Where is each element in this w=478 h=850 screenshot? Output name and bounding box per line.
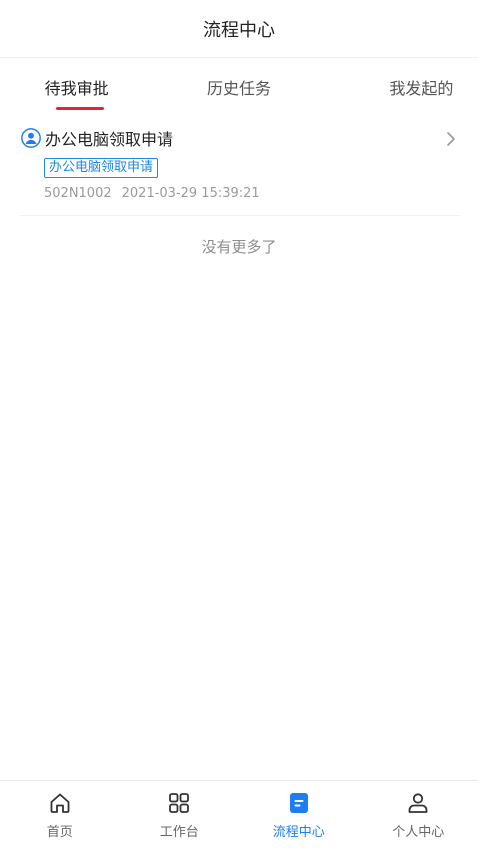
chevron-right-icon[interactable] — [442, 130, 460, 148]
task-title: 办公电脑领取申请 — [45, 130, 174, 149]
document-icon — [289, 793, 308, 813]
nav-process-center[interactable]: 流程中心 — [239, 781, 359, 850]
nav-workbench[interactable]: 工作台 — [120, 781, 240, 850]
task-list-item[interactable]: 办公电脑领取申请 办公电脑领取申请 502N1002 2021-03-29 15… — [20, 120, 460, 216]
person-icon — [408, 793, 428, 813]
user-avatar-icon — [20, 127, 42, 149]
page-title: 流程中心 — [203, 19, 275, 41]
tab-bar: 待我审批 历史任务 我发起的 — [0, 58, 478, 116]
nav-home[interactable]: 首页 — [0, 781, 120, 850]
task-meta: 502N1002 2021-03-29 15:39:21 — [44, 186, 460, 201]
tab-pending-approval[interactable]: 待我审批 — [0, 58, 159, 116]
tab-history-tasks[interactable]: 历史任务 — [159, 58, 318, 116]
tab-label: 待我审批 — [44, 79, 109, 98]
app-root: 流程中心 待我审批 历史任务 我发起的 办公电脑领取申请 办公电脑领取申请 50… — [0, 0, 478, 850]
task-code: 502N1002 — [44, 186, 112, 201]
tab-my-initiated[interactable]: 我发起的 — [319, 58, 478, 116]
active-tab-indicator — [55, 107, 104, 110]
nav-profile[interactable]: 个人中心 — [359, 781, 478, 850]
tab-label: 我发起的 — [389, 79, 454, 98]
tab-label: 历史任务 — [206, 79, 271, 98]
nav-label: 工作台 — [159, 825, 199, 840]
list-end-text: 没有更多了 — [201, 238, 277, 256]
task-timestamp: 2021-03-29 15:39:21 — [121, 186, 260, 201]
home-icon — [50, 793, 70, 813]
task-header: 办公电脑领取申请 — [20, 120, 460, 156]
nav-label: 首页 — [46, 825, 73, 840]
bottom-navigation: 首页 工作台 流程中心 个人中心 — [0, 780, 478, 850]
task-type-tag: 办公电脑领取申请 — [44, 158, 159, 178]
grid-icon — [169, 793, 190, 813]
nav-label: 流程中心 — [272, 825, 325, 840]
nav-label: 个人中心 — [392, 825, 445, 840]
top-bar: 流程中心 — [0, 0, 478, 58]
